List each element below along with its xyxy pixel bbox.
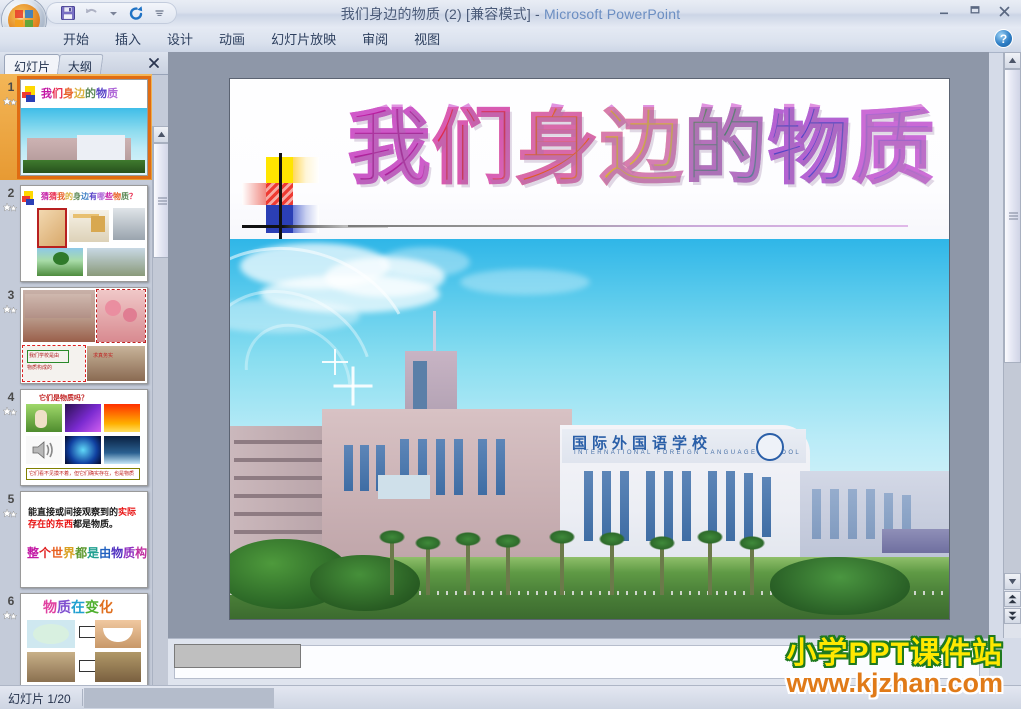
- animation-star-icon: [2, 406, 19, 419]
- undo-icon[interactable]: [80, 4, 101, 23]
- wordart-char-7: 质: [851, 100, 937, 195]
- title-bar: 我们身边的物质 (2) [兼容模式] - Microsoft PowerPoin…: [0, 0, 1021, 42]
- close-pane-icon[interactable]: [146, 55, 162, 71]
- wordart-underline: [348, 225, 908, 227]
- slides-pane: 幻灯片 大纲 1 我们身边的物质 2 猜猜我的身边有哪些物质？ 3 我们学校是由…: [0, 52, 170, 709]
- ribbon-tabs: 开始 插入 设计 动画 幻灯片放映 审阅 视图: [50, 29, 453, 52]
- tab-slideshow[interactable]: 幻灯片放映: [258, 26, 349, 52]
- slide-wordart-title: 我们身边的物质: [347, 100, 937, 195]
- animation-star-icon: [2, 610, 19, 623]
- help-icon[interactable]: ?: [995, 30, 1012, 47]
- scroll-down-button[interactable]: [1004, 573, 1021, 590]
- redo-icon[interactable]: [126, 4, 147, 23]
- decorative-squares-graphic: [242, 153, 388, 257]
- thumbnail-slide-3[interactable]: 3 我们学校是由 物质构成的 求真务实: [0, 282, 152, 384]
- wordart-char-6: 物: [767, 100, 853, 195]
- school-photo: 国际外国语学校 INTERNATIONAL FOREIGN LANGUAGE S…: [230, 239, 949, 619]
- school-name-sign: 国际外国语学校 INTERNATIONAL FOREIGN LANGUAGE S…: [562, 429, 806, 463]
- next-slide-button[interactable]: [1004, 608, 1021, 624]
- status-separator: [82, 689, 83, 706]
- minimize-icon[interactable]: [933, 2, 955, 20]
- current-slide[interactable]: 我们身边的物质 国际外国语学校 INTERNATIONAL FOREIGN LA…: [230, 79, 949, 619]
- status-bar-section: [84, 688, 274, 708]
- slide-number-4: 4: [7, 390, 15, 404]
- animation-star-icon: [2, 508, 19, 521]
- slide-number-5: 5: [7, 492, 15, 506]
- left-building: [230, 426, 330, 556]
- main-building: [322, 409, 572, 559]
- slide-edit-area: 我们身边的物质 国际外国语学校 INTERNATIONAL FOREIGN LA…: [168, 52, 989, 638]
- thumbnail-slide-2[interactable]: 2 猜猜我的身边有哪些物质？: [0, 180, 152, 282]
- scroll-grip-icon: [158, 195, 167, 206]
- tab-design[interactable]: 设计: [154, 26, 206, 52]
- thumbnail-image-1[interactable]: 我们身边的物质: [17, 76, 151, 179]
- thumbnail-slide-4[interactable]: 4 它们是物质吗？ 它们看不见摸不着，但它们确实存在，也是物质: [0, 384, 152, 486]
- slide-thumbnail-list[interactable]: 1 我们身边的物质 2 猜猜我的身边有哪些物质？ 3 我们学校是由 物质构成的 …: [0, 74, 152, 685]
- ribbon-tab-bar: 开始 插入 设计 动画 幻灯片放映 审阅 视图 ?: [0, 27, 1021, 53]
- tab-outline-label: 大纲: [67, 60, 92, 74]
- restore-icon[interactable]: [963, 2, 985, 20]
- tab-view[interactable]: 视图: [401, 26, 453, 52]
- scroll-grip-icon: [1009, 211, 1018, 222]
- undo-dropdown-icon[interactable]: [103, 4, 124, 23]
- window-title-doc: 我们身边的物质 (2) [兼容模式] -: [340, 6, 545, 22]
- sparkle-icon: [334, 361, 336, 363]
- scroll-up-button[interactable]: [1004, 52, 1021, 69]
- wordart-char-4: 边: [599, 100, 685, 195]
- wordart-char-2: 们: [431, 100, 517, 195]
- animation-star-icon: [2, 304, 19, 317]
- tab-home[interactable]: 开始: [50, 26, 102, 52]
- slide-number-3: 3: [7, 288, 15, 302]
- slide-area-scrollbar[interactable]: [1003, 52, 1021, 638]
- wordart-char-1: 我: [347, 100, 433, 195]
- slide-title-band: 我们身边的物质: [230, 79, 949, 257]
- slide-number-2: 2: [7, 186, 15, 200]
- scroll-thumb[interactable]: [1004, 69, 1021, 363]
- thumbnail-slide-6[interactable]: 6 物质在变化: [0, 588, 152, 685]
- thumbnail-slide-5[interactable]: 5 能直接或间接观察到的实际存在的东西都是物质。 整个世界都是由物质构成的: [0, 486, 152, 588]
- notes-pane: 单击此处添加备注: [168, 638, 989, 686]
- animation-star-icon: [2, 202, 19, 215]
- slide-number-1: 1: [7, 80, 15, 94]
- slide-counter: 幻灯片 1/20: [8, 692, 71, 706]
- thumbnail-slide-1[interactable]: 1 我们身边的物质: [0, 74, 152, 180]
- thumbnail-image-4[interactable]: 它们是物质吗？ 它们看不见摸不着，但它们确实存在，也是物质: [20, 389, 148, 486]
- customize-qat-icon[interactable]: [149, 4, 170, 23]
- previous-slide-button[interactable]: [1004, 591, 1021, 607]
- thumbnail-image-6[interactable]: 物质在变化: [20, 593, 148, 685]
- slides-pane-scrollbar[interactable]: [152, 126, 170, 709]
- quick-access-toolbar: [46, 2, 177, 24]
- wordart-char-3: 身: [515, 100, 601, 195]
- thumbnail-image-2[interactable]: 猜猜我的身边有哪些物质？: [20, 185, 148, 282]
- thumbnail-image-5[interactable]: 能直接或间接观察到的实际存在的东西都是物质。 整个世界都是由物质构成的: [20, 491, 148, 588]
- wordart-char-5: 的: [683, 100, 769, 195]
- status-bar: 幻灯片 1/20: [0, 685, 1021, 709]
- slide-number-6: 6: [7, 594, 15, 608]
- notes-overlay-box: [174, 644, 301, 668]
- tab-animations[interactable]: 动画: [206, 26, 258, 52]
- thumbnail-image-3[interactable]: 我们学校是由 物质构成的 求真务实: [20, 287, 148, 384]
- save-icon[interactable]: [57, 4, 78, 23]
- antenna-mast: [433, 311, 436, 355]
- close-icon[interactable]: [993, 2, 1015, 20]
- speaker-icon: [31, 440, 57, 465]
- animation-star-icon: [2, 96, 19, 109]
- window-controls: [933, 2, 1015, 20]
- pavilion-roof: [882, 529, 949, 553]
- window-title-app: Microsoft PowerPoint: [544, 6, 681, 22]
- sparkle-icon: [351, 384, 355, 388]
- tab-review[interactable]: 审阅: [349, 26, 401, 52]
- school-emblem-icon: [756, 433, 784, 461]
- slides-pane-tabs: 幻灯片 大纲: [0, 52, 168, 78]
- tab-insert[interactable]: 插入: [102, 26, 154, 52]
